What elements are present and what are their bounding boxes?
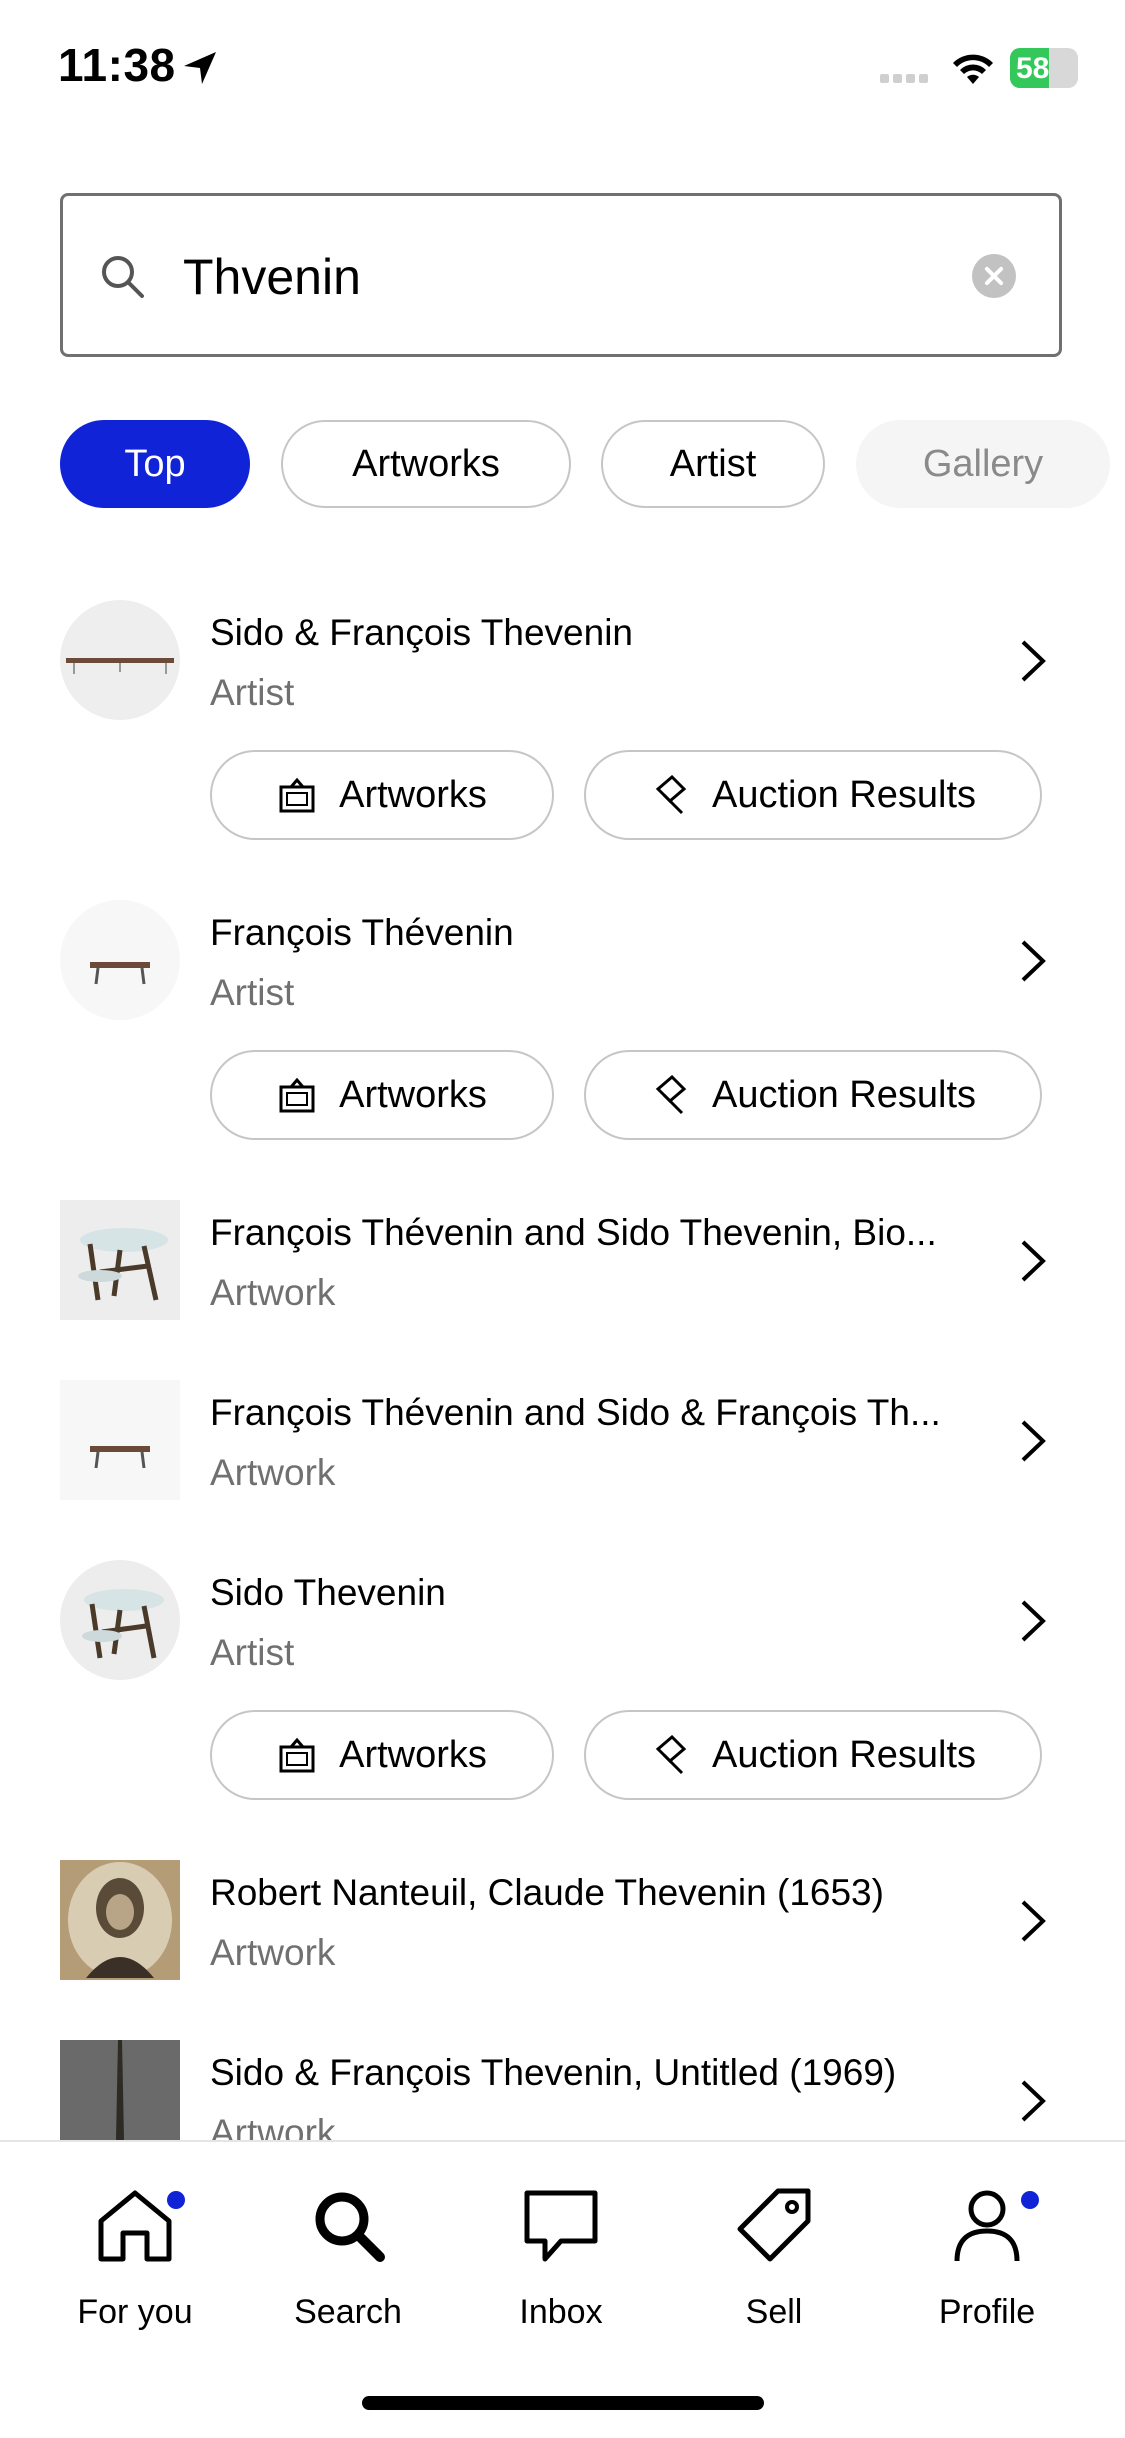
user-icon bbox=[954, 2190, 1020, 2262]
result-title[interactable]: Sido & François Thevenin, Untitled (1969… bbox=[210, 2052, 896, 2094]
result-type: Artist bbox=[210, 972, 295, 1013]
tab-label: Profile bbox=[938, 2293, 1036, 2331]
tab-label: Inbox bbox=[519, 2293, 603, 2331]
tab-label: Search bbox=[294, 2293, 402, 2331]
notification-dot bbox=[1021, 2191, 1039, 2209]
home-indicator[interactable] bbox=[362, 2396, 764, 2410]
result-type: Artwork bbox=[210, 1452, 336, 1493]
chevron-right-icon[interactable] bbox=[1018, 2078, 1048, 2124]
filter-artworks[interactable]: Artworks bbox=[281, 420, 571, 508]
auction-results-button[interactable]: Auction Results bbox=[584, 750, 1042, 840]
result-type: Artwork bbox=[210, 2112, 336, 2140]
auction-results-button[interactable]: Auction Results bbox=[584, 1710, 1042, 1800]
chevron-right-icon[interactable] bbox=[1018, 638, 1048, 684]
tab-search[interactable]: Search bbox=[258, 2185, 438, 2332]
chevron-right-icon[interactable] bbox=[1018, 1418, 1048, 1464]
location-arrow-icon bbox=[184, 52, 216, 84]
auction-results-label: Auction Results bbox=[711, 1733, 976, 1776]
clear-search-icon[interactable] bbox=[972, 254, 1016, 298]
result-type: Artwork bbox=[210, 1272, 336, 1313]
result-title[interactable]: Sido Thevenin bbox=[210, 1572, 446, 1614]
result-title[interactable]: Robert Nanteuil, Claude Thevenin (1653) bbox=[210, 1872, 884, 1914]
chevron-right-icon[interactable] bbox=[1018, 938, 1048, 984]
artworks-button[interactable]: Artworks bbox=[210, 1050, 554, 1140]
result-title[interactable]: François Thévenin and Sido & François Th… bbox=[210, 1392, 941, 1434]
tab-label: Sell bbox=[745, 2293, 803, 2331]
gavel-icon bbox=[655, 1075, 687, 1115]
result-thumbnail bbox=[60, 1560, 180, 1680]
result-thumbnail bbox=[60, 1380, 180, 1500]
tab-sell[interactable]: Sell bbox=[684, 2185, 864, 2332]
status-time: 11:38 bbox=[58, 39, 176, 91]
filter-gallery[interactable]: Gallery bbox=[856, 420, 1110, 508]
chevron-right-icon[interactable] bbox=[1018, 1598, 1048, 1644]
result-title[interactable]: Sido & François Thevenin bbox=[210, 612, 633, 654]
tab-label: For you bbox=[77, 2293, 193, 2331]
artworks-label: Artworks bbox=[339, 1073, 487, 1116]
result-thumbnail bbox=[60, 600, 180, 720]
artworks-label: Artworks bbox=[339, 1733, 487, 1776]
home-icon bbox=[98, 2190, 172, 2262]
result-thumbnail bbox=[60, 900, 180, 1020]
chevron-right-icon[interactable] bbox=[1018, 1898, 1048, 1944]
result-thumbnail bbox=[60, 1860, 180, 1980]
result-title[interactable]: François Thévenin bbox=[210, 912, 514, 954]
artworks-button[interactable]: Artworks bbox=[210, 1710, 554, 1800]
auction-results-button[interactable]: Auction Results bbox=[584, 1050, 1042, 1140]
result-thumbnail bbox=[60, 2040, 180, 2140]
filter-artist[interactable]: Artist bbox=[601, 420, 825, 508]
artworks-label: Artworks bbox=[339, 773, 487, 816]
frame-icon bbox=[279, 1077, 315, 1113]
wifi-icon bbox=[953, 54, 993, 84]
gavel-icon bbox=[655, 1735, 687, 1775]
battery-level: 58 bbox=[1016, 52, 1050, 85]
chat-bubble-icon bbox=[524, 2190, 598, 2262]
result-title[interactable]: François Thévenin and Sido Thevenin, Bio… bbox=[210, 1212, 937, 1254]
search-query[interactable]: Thvenin bbox=[183, 248, 361, 306]
battery-icon: 58 bbox=[1010, 48, 1078, 88]
artworks-button[interactable]: Artworks bbox=[210, 750, 554, 840]
tab-profile[interactable]: Profile bbox=[897, 2185, 1077, 2332]
auction-results-label: Auction Results bbox=[711, 773, 976, 816]
notification-dot bbox=[167, 2191, 185, 2209]
price-tag-icon bbox=[737, 2188, 811, 2262]
result-type: Artist bbox=[210, 1632, 295, 1673]
result-type: Artwork bbox=[210, 1932, 336, 1973]
auction-results-label: Auction Results bbox=[711, 1073, 976, 1116]
cellular-signal-icon bbox=[880, 70, 932, 88]
chevron-right-icon[interactable] bbox=[1018, 1238, 1048, 1284]
frame-icon bbox=[279, 777, 315, 813]
search-icon bbox=[102, 256, 144, 298]
filter-top[interactable]: Top bbox=[60, 420, 250, 508]
result-type: Artist bbox=[210, 672, 295, 713]
result-thumbnail bbox=[60, 1200, 180, 1320]
gavel-icon bbox=[655, 775, 687, 815]
frame-icon bbox=[279, 1737, 315, 1773]
tab-for-you[interactable]: For you bbox=[45, 2185, 225, 2332]
tab-inbox[interactable]: Inbox bbox=[471, 2185, 651, 2332]
search-icon bbox=[315, 2192, 385, 2262]
